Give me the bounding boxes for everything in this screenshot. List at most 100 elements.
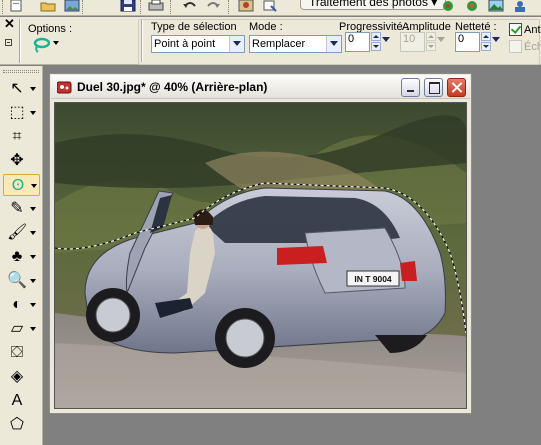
undo-icon[interactable] — [182, 0, 198, 12]
chevron-down-icon[interactable] — [492, 37, 500, 42]
mode-label: Mode : — [249, 21, 283, 33]
selection-type-select[interactable]: Point à point — [151, 35, 245, 53]
toolbar-grip[interactable] — [140, 0, 142, 14]
sample-merged-label: Échan — [524, 41, 541, 53]
sample-merged-checkbox — [509, 40, 522, 53]
new-file-icon[interactable] — [8, 0, 24, 12]
mode-value: Remplacer — [252, 38, 306, 50]
chevron-down-icon[interactable] — [30, 207, 36, 211]
color-balance-icon[interactable] — [464, 0, 480, 12]
stepper-up-icon[interactable] — [481, 32, 491, 41]
move-icon: ✥ — [10, 152, 24, 169]
zoom-icon: 🔍 — [7, 272, 27, 289]
tool-shape[interactable]: ⬠ — [3, 414, 40, 436]
tool-paint-bucket[interactable]: ⛋ — [3, 342, 40, 364]
eraser-icon: ▱ — [10, 320, 24, 337]
feather-stepper[interactable] — [371, 32, 393, 52]
dropper-icon: ✎ — [10, 200, 24, 217]
toolbar-grip[interactable] — [228, 0, 230, 14]
chevron-down-icon[interactable] — [30, 111, 36, 115]
maximize-button[interactable] — [424, 78, 443, 97]
image-adjust-icon[interactable] — [238, 0, 254, 12]
chevron-down-icon[interactable] — [31, 184, 37, 188]
redo-icon[interactable] — [205, 0, 221, 12]
chevron-down-icon[interactable] — [30, 327, 36, 331]
chevron-down-icon[interactable] — [30, 255, 36, 259]
chevron-down-icon[interactable] — [30, 231, 36, 235]
sharpness-stepper[interactable] — [481, 32, 503, 52]
image-canvas[interactable]: IN T 9004 — [54, 102, 467, 409]
sharpness-input[interactable]: 0 — [455, 32, 480, 52]
tool-pointer[interactable]: ↖ — [3, 78, 40, 100]
mode-select[interactable]: Remplacer — [249, 35, 342, 53]
antialias-checkbox[interactable] — [509, 23, 522, 36]
save-icon[interactable] — [120, 0, 136, 12]
chevron-down-icon[interactable] — [326, 36, 341, 52]
chevron-down-icon[interactable] — [229, 36, 244, 52]
selection-type-label: Type de sélection — [151, 21, 237, 33]
tool-gradient[interactable]: ◈ — [3, 366, 40, 388]
tool-crop[interactable]: ⌗ — [3, 126, 40, 148]
document-title: Duel 30.jpg* @ 40% (Arrière-plan) — [77, 80, 268, 94]
tool-brush[interactable]: 🖌 — [3, 222, 40, 244]
document-title-bar[interactable]: Duel 30.jpg* @ 40% (Arrière-plan) — [51, 75, 470, 99]
stepper-up-icon[interactable] — [371, 32, 381, 41]
tool-options-bar: ✕ Options : Type de sélection Point à po… — [0, 17, 541, 65]
shape-icon: ⬠ — [10, 416, 24, 433]
selection-type-value: Point à point — [154, 38, 216, 50]
paint-bucket-icon: ⛋ — [10, 344, 24, 361]
pointer-icon: ↖ — [10, 80, 24, 97]
photo-icon[interactable] — [64, 0, 80, 12]
stepper-down-icon[interactable] — [481, 42, 491, 51]
tool-lasso[interactable]: ʘ — [3, 174, 40, 196]
traitement-des-photos-menu[interactable]: Traitement des photos ▾ — [300, 0, 447, 10]
chevron-down-icon[interactable] — [382, 37, 390, 42]
close-button[interactable] — [447, 78, 466, 97]
separator — [19, 19, 21, 63]
resize-icon[interactable] — [262, 0, 278, 12]
stepper-down-icon[interactable] — [371, 42, 381, 51]
lasso-icon[interactable] — [32, 37, 50, 53]
print-icon[interactable] — [148, 0, 164, 12]
tool-zoom[interactable]: 🔍 — [3, 270, 40, 292]
tool-dropper[interactable]: ✎ — [3, 198, 40, 220]
toolbar-grip[interactable] — [170, 0, 172, 14]
chevron-down-icon — [437, 37, 445, 42]
tool-dodge[interactable]: ◐ — [3, 294, 40, 316]
chevron-down-icon[interactable] — [30, 87, 36, 91]
paint-shop-pro-icon[interactable] — [57, 80, 73, 94]
tool-move[interactable]: ✥ — [3, 150, 40, 172]
tool-text[interactable]: A — [3, 390, 40, 412]
landscape-icon[interactable] — [488, 0, 504, 12]
portrait-icon[interactable] — [512, 0, 528, 12]
dodge-icon: ◐ — [12, 296, 22, 313]
toolbar-grip[interactable] — [82, 0, 84, 14]
photo-audi-a3: IN T 9004 — [55, 103, 466, 408]
text-icon: A — [11, 392, 23, 409]
tool-selection-marquee[interactable]: ⬚ — [3, 102, 40, 124]
feather-input[interactable]: 0 — [345, 32, 370, 52]
options-label: Options : — [28, 23, 73, 35]
close-icon[interactable]: ✕ — [4, 17, 15, 31]
amplitude-stepper — [426, 32, 448, 52]
crop-icon: ⌗ — [12, 128, 22, 145]
gradient-icon: ◈ — [10, 368, 24, 385]
traitement-label: Traitement des photos — [309, 0, 428, 9]
tool-clone-stamp[interactable]: ♣ — [3, 246, 40, 268]
brush-icon: 🖌 — [7, 224, 28, 241]
pin-icon[interactable] — [5, 39, 12, 46]
palette-grip[interactable] — [3, 70, 39, 73]
chevron-down-icon[interactable] — [30, 303, 36, 307]
open-folder-icon[interactable] — [40, 0, 56, 12]
minimize-button[interactable] — [401, 78, 420, 97]
chevron-down-icon[interactable] — [53, 41, 59, 45]
chevron-down-icon[interactable] — [30, 279, 36, 283]
toolbar-grip[interactable] — [2, 0, 4, 14]
license-plate-text: IN T 9004 — [354, 274, 392, 284]
chevron-down-icon: ▾ — [431, 0, 438, 9]
red-eye-icon[interactable] — [440, 0, 456, 12]
top-toolbar: Traitement des photos ▾ — [0, 0, 541, 16]
stepper-up-icon — [426, 32, 436, 41]
tool-eraser[interactable]: ▱ — [3, 318, 40, 340]
tool-palette: ↖ ⬚ ⌗ ✥ ʘ ✎ 🖌 ♣ 🔍 ◐ ▱ ⛋ ◈ A ⬠ — [0, 66, 43, 445]
